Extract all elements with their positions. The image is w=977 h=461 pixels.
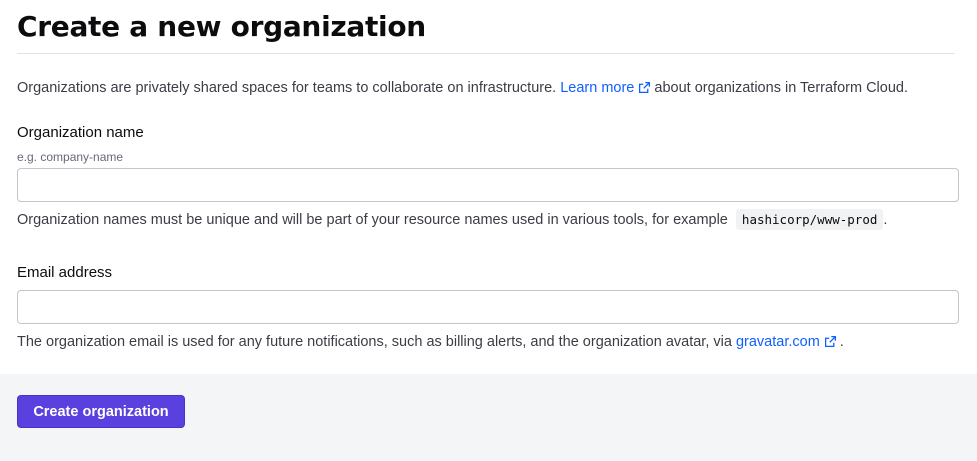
org-name-help-text: Organization names must be unique and wi… (17, 212, 728, 228)
example-code: hashicorp/www-prod (735, 209, 884, 230)
email-help: The organization email is used for any f… (17, 334, 844, 352)
page-title: Create a new organization (17, 10, 426, 43)
intro-text: Organizations are privately shared space… (17, 80, 908, 98)
gravatar-link[interactable]: gravatar.com (736, 334, 840, 350)
email-help-after: . (839, 334, 844, 350)
learn-more-link-label: Learn more (560, 80, 635, 96)
org-name-label: Organization name (17, 124, 144, 141)
email-input[interactable] (17, 290, 959, 324)
create-organization-button[interactable]: Create organization (17, 395, 185, 428)
email-label: Email address (17, 264, 113, 281)
intro-text-after: about organizations in Terraform Cloud. (654, 80, 908, 96)
intro-text-before: Organizations are privately shared space… (17, 80, 557, 96)
title-divider (17, 53, 955, 54)
org-name-input[interactable] (17, 168, 959, 202)
org-name-help: Organization names must be unique and wi… (17, 209, 888, 230)
org-name-hint: e.g. company-name (17, 150, 124, 164)
org-name-help-after: . (883, 212, 888, 228)
form-footer: Create organization (0, 374, 977, 461)
external-link-icon (638, 81, 651, 98)
gravatar-link-label: gravatar.com (735, 334, 820, 350)
learn-more-link[interactable]: Learn more (560, 80, 654, 96)
external-link-icon (824, 335, 837, 352)
email-help-text: The organization email is used for any f… (17, 334, 732, 350)
